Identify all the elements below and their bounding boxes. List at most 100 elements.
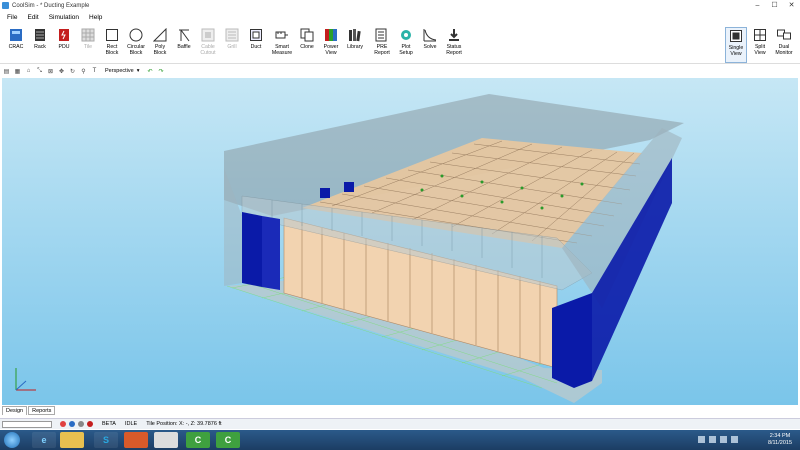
grill-icon <box>225 28 239 42</box>
tray-volume-icon[interactable] <box>709 436 716 443</box>
tray-flag-icon[interactable] <box>698 436 705 443</box>
library-label: Library <box>347 44 363 50</box>
menu-help[interactable]: Help <box>89 14 102 21</box>
solve-button[interactable]: Solve <box>419 28 441 64</box>
circular-block-label: Circular Block <box>127 44 145 56</box>
start-button[interactable] <box>4 432 20 448</box>
grill-label: Grill <box>227 44 237 50</box>
cable-cutout-icon <box>201 28 215 42</box>
rack-icon <box>35 29 45 41</box>
tab-reports[interactable]: Reports <box>28 406 56 415</box>
office-taskbar-icon[interactable] <box>124 432 148 448</box>
app-taskbar-icon[interactable] <box>154 432 178 448</box>
circular-block-icon <box>129 28 143 42</box>
grill-button[interactable]: Grill <box>221 28 243 64</box>
tile-label: Tile <box>83 44 93 50</box>
minimize-button[interactable]: – <box>749 0 766 10</box>
text-tool-icon[interactable]: T <box>90 67 99 75</box>
solve-label: Solve <box>423 44 437 50</box>
menu-simulation[interactable]: Simulation <box>49 14 79 21</box>
zoom-region-icon[interactable]: ⊠ <box>46 67 55 75</box>
clone-label: Clone <box>300 44 314 50</box>
power-view-button[interactable]: Power View <box>320 28 342 64</box>
rotate-icon[interactable]: ↻ <box>68 67 77 75</box>
duct-button[interactable]: Duct <box>245 28 267 64</box>
cable-cutout-button[interactable]: Cable Cutout <box>197 28 219 64</box>
power-view-label: Power View <box>323 44 339 56</box>
single-view-button[interactable]: Single View <box>725 27 747 63</box>
undo-icon[interactable]: ↶ <box>146 67 155 75</box>
chevron-down-icon: ▾ <box>136 68 140 74</box>
poly-block-button[interactable]: Poly Block <box>149 28 171 64</box>
clone-button[interactable]: Clone <box>296 28 318 64</box>
smart-measure-label: Smart Measure <box>271 44 293 56</box>
dual-monitor-button[interactable]: Dual Monitor <box>773 27 795 63</box>
smart-measure-button[interactable]: Smart Measure <box>271 28 293 64</box>
tab-design[interactable]: Design <box>2 406 28 415</box>
tile-icon <box>81 28 95 42</box>
menu-file[interactable]: File <box>7 14 17 21</box>
menu-edit[interactable]: Edit <box>27 14 38 21</box>
fit-icon[interactable]: ⤡ <box>35 67 44 75</box>
warning-icon <box>78 421 84 427</box>
rect-block-button[interactable]: Rect Block <box>101 28 123 64</box>
pre-report-label: PRE Report <box>374 44 390 56</box>
pan-icon[interactable]: ✥ <box>57 67 66 75</box>
circular-block-button[interactable]: Circular Block <box>125 28 147 64</box>
grid-icon[interactable]: ▦ <box>13 67 22 75</box>
camtasia-taskbar-icon[interactable]: C <box>186 432 210 448</box>
redo-icon[interactable]: ↷ <box>157 67 166 75</box>
crac-unit-back-1 <box>344 182 354 192</box>
status-report-label: Status Report <box>446 44 462 56</box>
crac-button[interactable]: CRAC <box>5 28 27 64</box>
probe-icon[interactable]: ⚲ <box>79 67 88 75</box>
window-controls: – ☐ ✕ <box>749 0 800 10</box>
duct-icon <box>250 29 262 41</box>
info-icon <box>69 421 75 427</box>
menu-bar: File Edit Simulation Help <box>0 11 800 23</box>
taskbar: e S C C 2:34 PM 8/11/2015 <box>0 430 800 450</box>
skype-taskbar-icon[interactable]: S <box>94 432 118 448</box>
clock-time: 2:34 PM <box>769 433 791 439</box>
projection-dropdown[interactable]: Perspective ▾ <box>105 68 140 74</box>
split-view-label: Split View <box>754 44 766 56</box>
status-report-button[interactable]: Status Report <box>443 28 465 64</box>
toolbar: CRAC Rack PDU Tile Rect Block Circular B… <box>0 24 800 64</box>
power-view-icon <box>325 29 337 41</box>
pdu-button[interactable]: PDU <box>53 28 75 64</box>
pre-report-icon <box>375 28 387 42</box>
tile-button[interactable]: Tile <box>77 28 99 64</box>
3d-viewport[interactable] <box>2 78 798 405</box>
pre-report-button[interactable]: PRE Report <box>371 28 393 64</box>
tray-battery-icon[interactable] <box>731 436 738 443</box>
rack-button[interactable]: Rack <box>29 28 51 64</box>
clock[interactable]: 2:34 PM 8/11/2015 <box>768 433 792 447</box>
tile-position-readout: Tile Position: X: -, Z: 39.7876 ft <box>146 421 222 427</box>
ie-taskbar-icon[interactable]: e <box>32 432 56 448</box>
pdu-label: PDU <box>58 44 70 50</box>
cable-cutout-label: Cable Cutout <box>200 44 216 56</box>
maximize-button[interactable]: ☐ <box>766 0 783 10</box>
window-title: CoolSim - * Ducting Example <box>12 2 90 9</box>
rack-label: Rack <box>34 44 46 50</box>
home-icon[interactable]: ⌂ <box>24 67 33 75</box>
baffle-button[interactable]: Baffle <box>173 28 195 64</box>
solve-icon <box>423 29 437 42</box>
library-button[interactable]: Library <box>344 28 366 64</box>
status-report-icon <box>449 29 459 41</box>
plot-setup-button[interactable]: Plot Setup <box>395 28 417 64</box>
split-view-button[interactable]: Split View <box>749 27 771 63</box>
camtasia-recorder-taskbar-icon[interactable]: C <box>216 432 240 448</box>
clock-date: 8/11/2015 <box>767 440 792 446</box>
print-icon[interactable]: ▤ <box>2 67 11 75</box>
close-button[interactable]: ✕ <box>783 0 800 10</box>
crac-unit-left-side <box>262 216 280 290</box>
beta-label: BETA <box>102 421 116 427</box>
rect-block-icon <box>106 29 118 41</box>
crac-unit-left <box>242 212 262 287</box>
stop-icon <box>60 421 66 427</box>
explorer-taskbar-icon[interactable] <box>60 432 84 448</box>
tray-network-icon[interactable] <box>720 436 727 443</box>
app-icon <box>2 2 9 9</box>
axis-triad <box>15 368 36 391</box>
